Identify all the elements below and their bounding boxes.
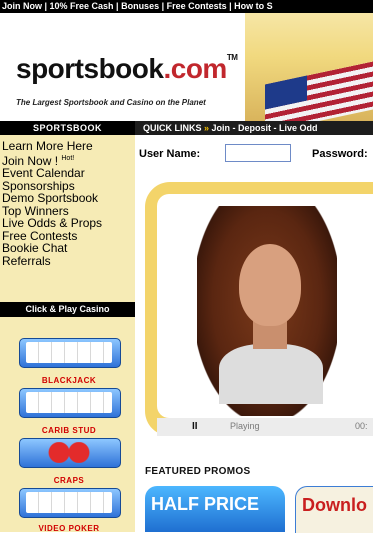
- sidebar-item-live-odds[interactable]: Live Odds & Props: [2, 217, 134, 230]
- video-player[interactable]: [157, 194, 373, 418]
- half-price-promo[interactable]: HALF PRICE: [145, 486, 285, 532]
- logo-main-text: sportsbook: [16, 53, 164, 84]
- video-time: 00:: [355, 421, 368, 431]
- login-form: User Name: Password:: [135, 138, 373, 165]
- carib-stud-label[interactable]: CARIB STUD: [19, 426, 119, 435]
- blackjack-label[interactable]: BLACKJACK: [19, 376, 119, 385]
- cards-icon: [26, 342, 112, 363]
- sidebar-title: SPORTSBOOK: [0, 121, 135, 135]
- username-label: User Name:: [139, 148, 201, 160]
- cards-icon: [26, 492, 112, 513]
- craps-label[interactable]: CRAPS: [19, 476, 119, 485]
- carib-stud-button[interactable]: [19, 388, 121, 418]
- cards-icon: [26, 392, 112, 413]
- top-promo-bar[interactable]: Join Now | 10% Free Cash | Bonuses | Fre…: [0, 0, 373, 13]
- video-poker-button[interactable]: [19, 488, 121, 518]
- blackjack-button[interactable]: [19, 338, 121, 368]
- video-control-bar: [157, 418, 373, 436]
- sidebar-menu: Learn More Here Join Now ! Hot! Event Ca…: [2, 140, 134, 267]
- site-logo[interactable]: sportsbook.comTM: [16, 53, 238, 85]
- video-status: Playing: [230, 421, 260, 431]
- woman-face-image: [239, 244, 301, 326]
- craps-button[interactable]: [19, 438, 121, 468]
- tagline: The Largest Sportsbook and Casino on the…: [16, 98, 206, 107]
- featured-promos-title: FEATURED PROMOS: [145, 466, 251, 477]
- sidebar-item-join-now[interactable]: Join Now ! Hot!: [2, 153, 134, 168]
- sidebar-item-event-calendar[interactable]: Event Calendar: [2, 167, 134, 180]
- logo-trademark: TM: [226, 53, 238, 62]
- half-price-text: HALF PRICE: [151, 494, 259, 514]
- hot-badge: Hot!: [61, 154, 75, 162]
- sidebar-item-learn-more[interactable]: Learn More Here: [2, 140, 134, 153]
- username-input[interactable]: [225, 144, 291, 162]
- quick-links-bar: QUICK LINKS » Join - Deposit - Live Odd: [135, 121, 373, 135]
- sidebar-item-referrals[interactable]: Referrals: [2, 254, 134, 268]
- sidebar-item-demo-sportsbook[interactable]: Demo Sportsbook: [2, 192, 134, 205]
- download-text: Downlo: [302, 495, 367, 515]
- pause-button[interactable]: II: [192, 421, 198, 432]
- download-promo[interactable]: Downlo: [295, 486, 373, 533]
- password-label: Password:: [312, 148, 368, 160]
- casino-section-title: Click & Play Casino: [0, 302, 135, 317]
- dice-icon: [36, 442, 102, 463]
- arrow-icon: »: [204, 123, 210, 133]
- logo-dot-text: .com: [163, 53, 227, 84]
- quick-links-list[interactable]: Join - Deposit - Live Odd: [212, 123, 318, 133]
- sidebar-item-bookie-chat[interactable]: Bookie Chat: [2, 242, 134, 255]
- header-banner: sportsbook.comTM The Largest Sportsbook …: [0, 13, 373, 121]
- woman-shoulders-image: [219, 344, 323, 404]
- quick-links-title: QUICK LINKS: [143, 123, 202, 133]
